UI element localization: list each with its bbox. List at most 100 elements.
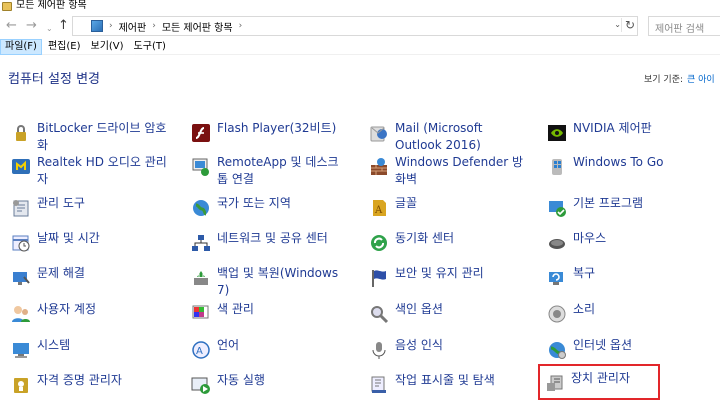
internet-options-icon <box>546 339 568 361</box>
mouse-icon <box>546 232 568 254</box>
fonts-icon: A <box>368 197 390 219</box>
control-panel-item-label: 국가 또는 지역 <box>217 196 291 210</box>
control-panel-item[interactable]: 백업 및 복원(Windows 7) <box>190 265 350 299</box>
control-panel-item-label: 언어 <box>217 338 240 352</box>
view-by: 보기 기준: 큰 아이 <box>644 72 715 85</box>
remoteapp-icon <box>190 156 212 178</box>
indexing-icon <box>368 303 390 325</box>
address-bar[interactable]: › 제어판 › 모든 제어판 항목 › ⌄ ↻ <box>72 16 638 36</box>
title-bar: 모든 제어판 항목 <box>0 0 720 12</box>
menu-file[interactable]: 파일(F) <box>0 38 42 55</box>
control-panel-item[interactable]: 자동 실행 <box>190 372 350 396</box>
address-row: ← → ⌄ ↑ › 제어판 › 모든 제어판 항목 › ⌄ ↻ 제어판 검색 <box>0 13 720 39</box>
control-panel-item[interactable]: 소리 <box>546 301 706 325</box>
control-panel-item-label: Realtek HD 오디오 관리자 <box>37 155 167 186</box>
refresh-button[interactable]: ↻ <box>620 18 635 32</box>
control-panel-item-label: NVIDIA 제어판 <box>573 121 652 135</box>
control-panel-item-label: 글꼴 <box>395 196 418 210</box>
speech-icon <box>368 339 390 361</box>
control-panel-item[interactable]: 마우스 <box>546 230 706 254</box>
chevron-right-icon[interactable]: › <box>239 21 243 31</box>
chevron-right-icon[interactable]: › <box>152 21 156 31</box>
view-by-label: 보기 기준: <box>644 75 684 85</box>
view-by-selector[interactable]: 큰 아이 <box>687 75 715 85</box>
control-panel-item-label: 음성 인식 <box>395 338 443 352</box>
control-panel-item[interactable]: NVIDIA 제어판 <box>546 120 706 144</box>
control-panel-item-label: 장치 관리자 <box>571 371 631 385</box>
sound-icon <box>546 303 568 325</box>
control-panel-item[interactable]: 인터넷 옵션 <box>546 337 706 361</box>
forward-button[interactable]: → <box>26 19 37 33</box>
control-panel-item[interactable]: 날짜 및 시간 <box>10 230 170 254</box>
control-panel-item[interactable]: BitLocker 드라이브 암호화 <box>10 120 170 154</box>
control-panel-item[interactable]: 동기화 센터 <box>368 230 528 254</box>
control-panel-item-label: 기본 프로그램 <box>573 196 644 210</box>
control-panel-item-label: 인터넷 옵션 <box>573 338 633 352</box>
control-panel-item[interactable]: 작업 표시줄 및 탐색 <box>368 372 528 396</box>
control-panel-icon <box>2 1 12 11</box>
backup-icon <box>190 267 212 289</box>
control-panel-item[interactable]: Windows Defender 방화벽 <box>368 154 528 188</box>
control-panel-item[interactable]: 자격 증명 관리자 <box>10 372 170 396</box>
breadcrumb-all-items[interactable]: 모든 제어판 항목 <box>162 19 233 34</box>
control-panel-item[interactable]: 복구 <box>546 265 706 289</box>
control-panel-item[interactable]: Flash Player(32비트) <box>190 120 350 144</box>
control-panel-item-label: 동기화 센터 <box>395 231 455 245</box>
control-panel-item[interactable]: A 글꼴 <box>368 195 528 219</box>
control-panel-item[interactable]: Realtek HD 오디오 관리자 <box>10 154 170 188</box>
control-panel-item-label: 자동 실행 <box>217 373 265 387</box>
control-panel-item[interactable]: A 언어 <box>190 337 350 361</box>
autoplay-icon <box>190 374 212 396</box>
control-panel-item-label: Windows To Go <box>573 155 664 169</box>
control-panel-item-label: 날짜 및 시간 <box>37 231 100 245</box>
control-panel-item-label: 네트워크 및 공유 센터 <box>217 231 328 245</box>
control-panel-item-label: 작업 표시줄 및 탐색 <box>395 373 495 387</box>
menu-tools[interactable]: 도구(T) <box>130 40 170 54</box>
default-programs-icon <box>546 197 568 219</box>
svg-text:A: A <box>196 346 203 357</box>
control-panel-item[interactable]: Windows To Go <box>546 154 706 178</box>
bitlocker-icon <box>10 122 32 144</box>
up-button[interactable]: ↑ <box>58 19 69 33</box>
control-panel-item[interactable]: 시스템 <box>10 337 170 361</box>
control-panel-item[interactable]: 네트워크 및 공유 센터 <box>190 230 350 254</box>
control-panel-item-label: 색 관리 <box>217 302 254 316</box>
region-icon <box>190 197 212 219</box>
control-panel-icon <box>91 20 103 32</box>
control-panel-item[interactable]: 사용자 계정 <box>10 301 170 325</box>
back-button[interactable]: ← <box>6 19 17 33</box>
breadcrumb-control-panel[interactable]: 제어판 <box>119 19 147 34</box>
control-panel-item[interactable]: 문제 해결 <box>10 265 170 289</box>
control-panel-item[interactable]: 음성 인식 <box>368 337 528 361</box>
admin-tools-icon <box>10 197 32 219</box>
credential-icon <box>10 374 32 396</box>
control-panel-item-label: 백업 및 복원(Windows 7) <box>217 266 339 297</box>
security-flag-icon <box>368 267 390 289</box>
search-input[interactable]: 제어판 검색 <box>648 16 720 36</box>
chevron-right-icon[interactable]: › <box>109 21 113 31</box>
control-panel-item-label: Flash Player(32비트) <box>217 121 337 135</box>
control-panel-item[interactable]: 국가 또는 지역 <box>190 195 350 219</box>
control-panel-item-label: 보안 및 유지 관리 <box>395 266 484 280</box>
control-panel-item[interactable]: Mail (Microsoft Outlook 2016) <box>368 120 528 154</box>
control-panel-item[interactable]: 색 관리 <box>190 301 350 325</box>
control-panel-item[interactable]: 보안 및 유지 관리 <box>368 265 528 289</box>
user-accounts-icon <box>10 303 32 325</box>
menu-edit[interactable]: 편집(E) <box>44 40 85 54</box>
menu-view[interactable]: 보기(V) <box>87 40 128 54</box>
control-panel-item-label: 자격 증명 관리자 <box>37 373 122 387</box>
realtek-audio-icon <box>10 156 32 178</box>
control-panel-item[interactable]: 기본 프로그램 <box>546 195 706 219</box>
control-panel-item[interactable]: 색인 옵션 <box>368 301 528 325</box>
control-panel-item-label: 소리 <box>573 302 596 316</box>
control-panel-item[interactable]: 장치 관리자 <box>538 364 660 400</box>
control-panel-item-label: RemoteApp 및 데스크톱 연결 <box>217 155 339 186</box>
flash-icon <box>190 122 212 144</box>
control-panel-item[interactable]: 관리 도구 <box>10 195 170 219</box>
control-panel-item[interactable]: RemoteApp 및 데스크톱 연결 <box>190 154 350 188</box>
system-icon <box>10 339 32 361</box>
recovery-icon <box>546 267 568 289</box>
recent-locations-dropdown[interactable]: ⌄ <box>46 22 53 36</box>
firewall-icon <box>368 156 390 178</box>
taskbar-icon <box>368 374 390 396</box>
